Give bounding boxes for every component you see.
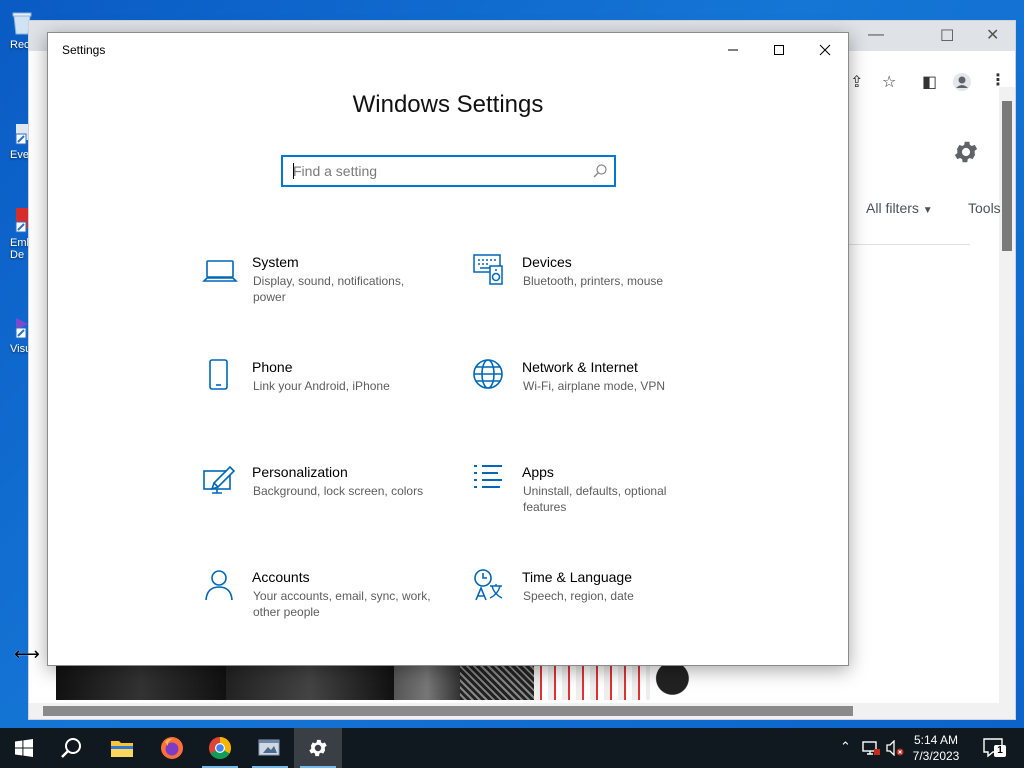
chevron-down-icon: ▼ bbox=[922, 205, 933, 216]
search-icon bbox=[61, 738, 81, 758]
browser-menu-icon[interactable]: ⋮ bbox=[990, 70, 1006, 90]
category-title: Personalization bbox=[252, 464, 348, 480]
minimize-icon bbox=[728, 49, 738, 51]
category-title: Apps bbox=[522, 464, 554, 480]
apps-list-icon bbox=[474, 465, 502, 488]
category-phone[interactable]: Phone Link your Android, iPhone bbox=[202, 358, 452, 428]
notification-count-badge: 1 bbox=[994, 745, 1006, 757]
browser-minimize-icon[interactable]: — bbox=[868, 26, 884, 44]
taskbar-settings[interactable] bbox=[294, 728, 342, 768]
taskbar: ⌃ 5:14 AM 7/3/2023 1 bbox=[0, 728, 1024, 768]
taskbar-file-explorer[interactable] bbox=[98, 728, 146, 768]
category-accounts[interactable]: Accounts Your accounts, email, sync, wor… bbox=[202, 568, 452, 638]
category-title: Devices bbox=[522, 254, 572, 270]
image-thumbnail[interactable] bbox=[650, 664, 706, 700]
category-description: Uninstall, defaults, optional features bbox=[523, 484, 667, 514]
laptop-icon bbox=[202, 260, 238, 282]
volume-muted-icon[interactable] bbox=[886, 740, 904, 756]
gear-icon[interactable] bbox=[952, 138, 980, 166]
share-icon[interactable]: ⇪ bbox=[850, 72, 863, 92]
category-description: Wi-Fi, airplane mode, VPN bbox=[523, 379, 666, 393]
time-language-icon bbox=[474, 569, 503, 601]
firefox-icon bbox=[161, 737, 183, 759]
window-title: Settings bbox=[62, 43, 106, 57]
windows-logo-icon bbox=[15, 739, 33, 757]
image-thumbnail[interactable] bbox=[226, 664, 394, 700]
taskbar-firefox[interactable] bbox=[148, 728, 196, 768]
notification-center-button[interactable]: 1 bbox=[982, 736, 1006, 760]
category-title: Phone bbox=[252, 359, 293, 375]
search-button[interactable] bbox=[48, 728, 96, 768]
category-network[interactable]: Network & Internet Wi-Fi, airplane mode,… bbox=[472, 358, 722, 428]
resize-cursor-icon: ⟷ bbox=[14, 644, 40, 664]
category-description: Your accounts, email, sync, work, other … bbox=[253, 589, 431, 619]
close-button[interactable] bbox=[802, 37, 848, 63]
category-description: Display, sound, notifications, power bbox=[253, 274, 405, 304]
maximize-button[interactable] bbox=[756, 37, 802, 63]
maximize-icon bbox=[774, 45, 784, 55]
text-caret bbox=[293, 163, 294, 179]
category-title: Network & Internet bbox=[522, 359, 638, 375]
category-apps[interactable]: Apps Uninstall, defaults, optional featu… bbox=[472, 463, 722, 533]
horizontal-scrollbar[interactable] bbox=[29, 703, 1015, 719]
category-title: Time & Language bbox=[522, 569, 632, 585]
profile-avatar-icon[interactable] bbox=[952, 72, 972, 92]
category-description: Bluetooth, printers, mouse bbox=[523, 274, 664, 288]
image-thumbnail[interactable] bbox=[460, 664, 534, 700]
bookmark-star-icon[interactable]: ☆ bbox=[882, 72, 896, 92]
search-box[interactable] bbox=[281, 155, 616, 187]
phone-icon bbox=[209, 359, 228, 390]
app-window-icon bbox=[258, 739, 280, 756]
category-description: Background, lock screen, colors bbox=[253, 484, 424, 498]
taskbar-chrome[interactable] bbox=[196, 728, 244, 768]
category-title: Accounts bbox=[252, 569, 310, 585]
image-thumbnail[interactable] bbox=[534, 664, 650, 700]
clock-time: 5:14 AM bbox=[913, 733, 959, 747]
keyboard-speaker-icon bbox=[473, 254, 503, 285]
side-panel-icon[interactable]: ◧ bbox=[922, 72, 937, 92]
globe-icon bbox=[473, 359, 503, 389]
category-description: Link your Android, iPhone bbox=[253, 379, 390, 393]
network-icon[interactable] bbox=[862, 740, 880, 756]
start-button[interactable] bbox=[0, 728, 48, 768]
category-personalization[interactable]: Personalization Background, lock screen,… bbox=[202, 463, 452, 533]
page-title: Windows Settings bbox=[352, 91, 544, 118]
search-icon bbox=[593, 164, 607, 178]
all-filters-label: All filters bbox=[866, 200, 919, 216]
category-time-language[interactable]: Time & Language Speech, region, date bbox=[472, 568, 722, 638]
minimize-button[interactable] bbox=[710, 37, 756, 63]
browser-maximize-icon[interactable]: ☐ bbox=[940, 26, 954, 46]
browser-close-icon[interactable]: ✕ bbox=[986, 25, 999, 45]
system-clock[interactable]: 5:14 AM 7/3/2023 bbox=[906, 732, 966, 764]
category-system[interactable]: System Display, sound, notifications, po… bbox=[202, 253, 452, 323]
clock-date: 7/3/2023 bbox=[912, 749, 960, 763]
person-icon bbox=[205, 570, 233, 601]
category-description: Speech, region, date bbox=[523, 589, 634, 603]
chevron-up-icon[interactable]: ⌃ bbox=[840, 739, 851, 755]
gear-icon bbox=[309, 739, 327, 757]
category-devices[interactable]: Devices Bluetooth, printers, mouse bbox=[472, 253, 722, 323]
tools-button[interactable]: Tools bbox=[968, 200, 1001, 216]
search-input[interactable] bbox=[283, 157, 614, 185]
all-filters-button[interactable]: All filters ▼ bbox=[866, 200, 933, 216]
image-thumbnail[interactable] bbox=[56, 664, 226, 700]
settings-window: Settings Windows Settings System Display… bbox=[47, 32, 849, 666]
category-title: System bbox=[252, 254, 299, 270]
paint-monitor-icon bbox=[203, 465, 236, 494]
taskbar-app[interactable] bbox=[246, 728, 294, 768]
vertical-scrollbar[interactable] bbox=[999, 87, 1015, 703]
chrome-icon bbox=[209, 737, 231, 759]
close-icon bbox=[819, 44, 831, 56]
image-thumbnail[interactable] bbox=[394, 664, 460, 700]
folder-icon bbox=[111, 741, 133, 757]
image-results-strip bbox=[56, 664, 706, 700]
